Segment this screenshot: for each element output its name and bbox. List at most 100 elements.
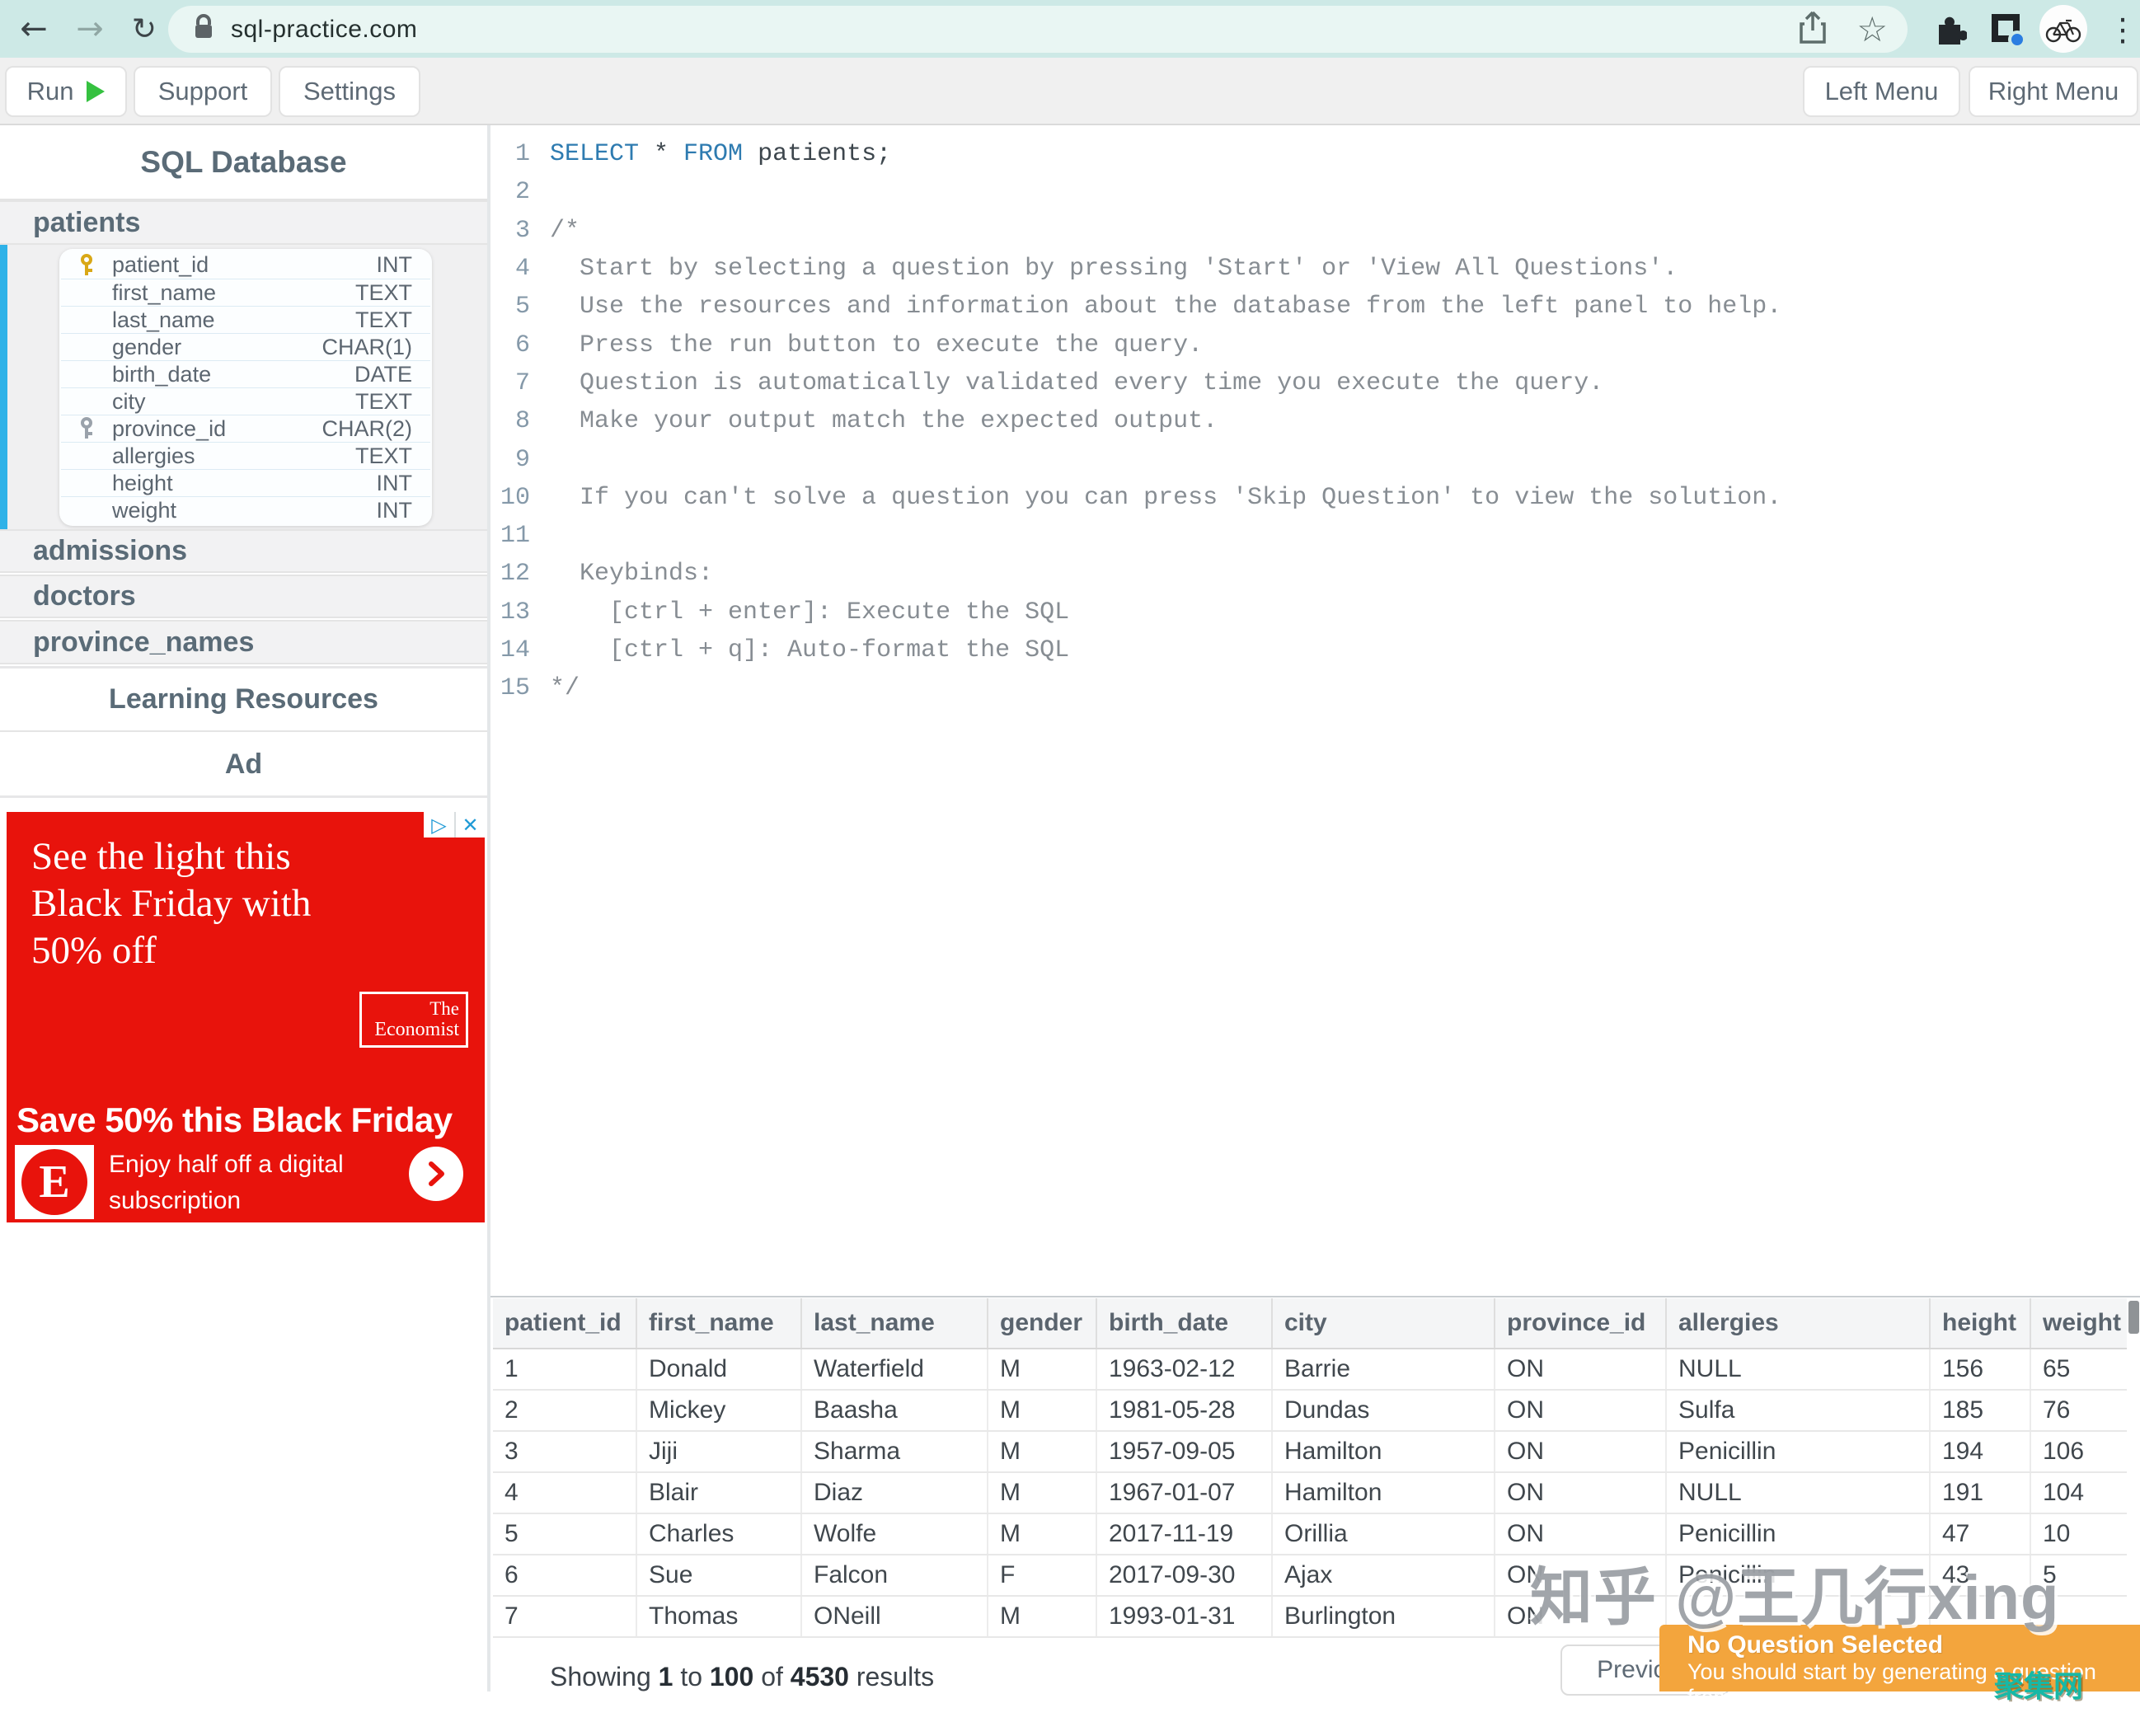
column-name: weight	[112, 498, 176, 523]
settings-button[interactable]: Settings	[279, 66, 420, 117]
ad-close-icon[interactable]: ✕	[454, 812, 485, 838]
code-text: Make your output match the expected outp…	[542, 407, 1218, 435]
schema-column-row: patient_idINT	[61, 251, 430, 279]
table-cell: 5	[2030, 1555, 2127, 1596]
results-scrollbar[interactable]	[2128, 1301, 2139, 1334]
code-text: /*	[542, 217, 580, 245]
browser-back-icon[interactable]: ←	[13, 8, 54, 49]
left-menu-button[interactable]: Left Menu	[1803, 66, 1960, 117]
support-button[interactable]: Support	[134, 66, 272, 117]
run-button[interactable]: Run	[5, 66, 127, 117]
code-text: Start by selecting a question by pressin…	[542, 255, 1678, 283]
left-menu-button-label: Left Menu	[1825, 77, 1939, 106]
column-header-city: city	[1272, 1298, 1495, 1349]
sidebar-table-admissions[interactable]: admissions	[0, 529, 487, 573]
table-cell: ONeill	[801, 1596, 988, 1637]
table-cell: Sharma	[801, 1431, 988, 1472]
editor-line: 12 Keybinds:	[490, 555, 2140, 593]
code-text: [ctrl + enter]: Execute the SQL	[542, 598, 1069, 626]
ad-section-label: Ad	[225, 748, 262, 781]
editor-line: 8 Make your output match the expected ou…	[490, 402, 2140, 440]
learning-resources-header[interactable]: Learning Resources	[0, 666, 487, 732]
column-type: TEXT	[355, 307, 430, 333]
schema-column-row: birth_dateDATE	[61, 360, 430, 387]
primary-key-icon	[61, 253, 112, 278]
table-cell: 1993-01-31	[1096, 1596, 1272, 1637]
table-row: 1DonaldWaterfieldM1963-02-12BarrieONNULL…	[493, 1349, 2127, 1390]
table-cell: ON	[1495, 1431, 1666, 1472]
table-cell: NULL	[1666, 1349, 1930, 1390]
browser-forward-icon[interactable]: →	[69, 8, 110, 49]
browser-toolbar: ← → ↻ sql-practice.com ☆ ⋮	[0, 0, 2140, 58]
table-cell: 47	[1930, 1513, 2030, 1555]
chevron-right-icon	[424, 1159, 448, 1189]
address-bar[interactable]: sql-practice.com ☆	[168, 6, 1908, 53]
table-cell: Baasha	[801, 1390, 988, 1431]
code-text: Use the resources and information about …	[542, 293, 1781, 321]
table-cell: 3	[493, 1431, 636, 1472]
editor-line: 2	[490, 173, 2140, 211]
column-header-province_id: province_id	[1495, 1298, 1666, 1349]
code-text: Keybinds:	[542, 560, 713, 588]
economist-e-letter: E	[21, 1149, 87, 1215]
editor-line: 9	[490, 440, 2140, 478]
table-cell: 185	[1930, 1390, 2030, 1431]
table-cell: 43	[1930, 1555, 2030, 1596]
patients-label: patients	[33, 207, 140, 239]
economist-ad[interactable]: ▷ ✕ See the light this Black Friday with…	[7, 812, 485, 1222]
extensions-puzzle-icon[interactable]	[1932, 13, 1967, 50]
column-name: province_id	[112, 416, 226, 442]
adchoices-icon[interactable]: ▷	[424, 812, 454, 838]
table-cell: ON	[1495, 1513, 1666, 1555]
foreign-key-icon	[61, 416, 112, 441]
table-cell: ON	[1495, 1349, 1666, 1390]
table-cell: Donald	[636, 1349, 801, 1390]
extension-icon[interactable]	[1992, 14, 2023, 45]
editor-line: 11	[490, 517, 2140, 555]
browser-reload-icon[interactable]: ↻	[124, 8, 165, 49]
line-number: 14	[490, 636, 542, 664]
results-table: patient_idfirst_namelast_namegenderbirth…	[493, 1298, 2127, 1638]
table-cell: Ajax	[1272, 1555, 1495, 1596]
line-number: 10	[490, 484, 542, 512]
bookmark-star-icon[interactable]: ☆	[1856, 9, 1888, 49]
column-name: city	[112, 389, 146, 415]
table-cell: 2017-09-30	[1096, 1555, 1272, 1596]
line-number: 7	[490, 369, 542, 397]
editor-line: 13 [ctrl + enter]: Execute the SQL	[490, 594, 2140, 631]
column-name: gender	[112, 335, 181, 360]
economist-logo-line2: Economist	[374, 1019, 459, 1040]
line-number: 5	[490, 293, 542, 321]
browser-menu-icon[interactable]: ⋮	[2102, 9, 2140, 50]
sidebar-table-province-names[interactable]: province_names	[0, 620, 487, 664]
schema-column-row: last_nameTEXT	[61, 306, 430, 333]
learning-resources-label: Learning Resources	[109, 683, 378, 716]
column-name: allergies	[112, 443, 195, 469]
table-cell: Falcon	[801, 1555, 988, 1596]
table-cell: ON	[1495, 1472, 1666, 1513]
column-name: height	[112, 471, 173, 496]
sidebar-table-patients[interactable]: patients	[0, 200, 487, 245]
line-number: 3	[490, 217, 542, 245]
column-type: INT	[377, 471, 431, 496]
table-cell: 106	[2030, 1431, 2127, 1472]
column-type: INT	[377, 498, 431, 523]
share-icon[interactable]	[1797, 9, 1828, 49]
ad-headline: See the light this Black Friday with 50%…	[31, 833, 386, 974]
line-number: 11	[490, 522, 542, 550]
sidebar-table-doctors[interactable]: doctors	[0, 575, 487, 618]
editor-lines: 1SELECT * FROM patients;23/*4 Start by s…	[490, 135, 2140, 707]
column-name: first_name	[112, 280, 216, 306]
profile-avatar[interactable]	[2039, 5, 2087, 53]
line-number: 12	[490, 560, 542, 588]
table-cell: Diaz	[801, 1472, 988, 1513]
ad-arrow-button[interactable]	[409, 1147, 463, 1201]
table-cell: Sue	[636, 1555, 801, 1596]
sidebar-db-header: SQL Database	[0, 125, 487, 200]
ad-section-header: Ad	[0, 734, 487, 798]
column-header-weight: weight	[2030, 1298, 2127, 1349]
patients-schema-card: patient_idINTfirst_name TEXTlast_nameTEXT…	[59, 249, 432, 526]
table-cell: ON	[1495, 1596, 1666, 1637]
editor-line: 1SELECT * FROM patients;	[490, 135, 2140, 173]
right-menu-button[interactable]: Right Menu	[1969, 66, 2138, 117]
